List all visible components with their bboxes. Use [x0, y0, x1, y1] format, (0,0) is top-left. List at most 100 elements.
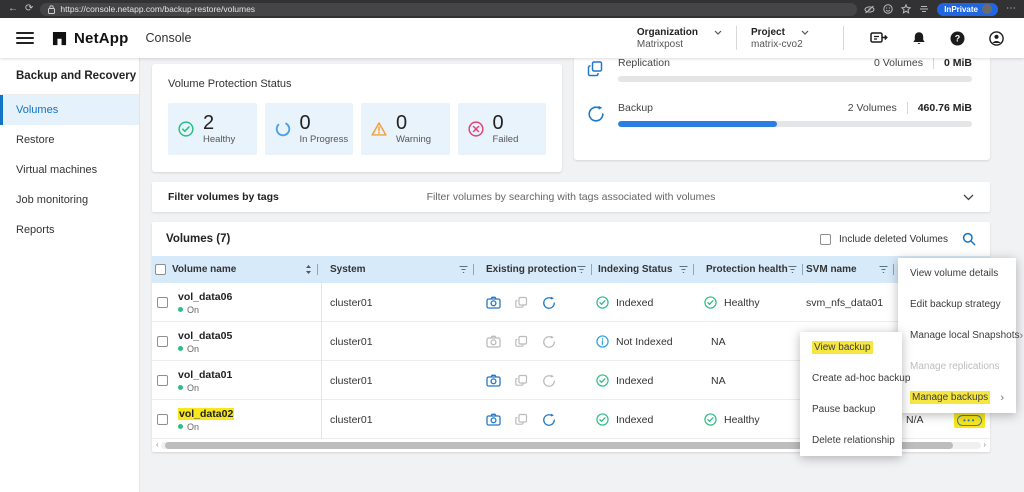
project-selector[interactable]: Project matrix-cvo2: [751, 27, 829, 50]
sort-icon[interactable]: [305, 264, 312, 275]
menu-item-manage-local-snapshots[interactable]: Manage local Snapshots›: [898, 320, 1016, 351]
failed-count: 0: [493, 113, 519, 133]
browser-back-icon[interactable]: ←: [8, 0, 18, 18]
menu-item-create-adhoc-backup[interactable]: Create ad-hoc backup: [800, 363, 902, 394]
filter-icon[interactable]: [459, 265, 468, 274]
inprivate-badge[interactable]: InPrivate: [937, 3, 998, 16]
menu-item-delete-relationship[interactable]: Delete relationship: [800, 425, 902, 456]
lock-icon: [48, 5, 55, 14]
organization-value: Matrixpost: [637, 39, 722, 50]
filter-icon[interactable]: [879, 265, 888, 274]
replication-copy-icon: [515, 374, 528, 387]
menu-item-pause-backup[interactable]: Pause backup: [800, 394, 902, 425]
sidebar-item-restore[interactable]: Restore: [0, 125, 139, 155]
filter-icon[interactable]: [788, 265, 797, 274]
browser-menu-icon[interactable]: ⋯: [1006, 0, 1016, 18]
volume-name[interactable]: vol_data01: [178, 369, 321, 381]
include-deleted-checkbox[interactable]: [820, 234, 831, 245]
sidebar-item-job-monitoring[interactable]: Job monitoring: [0, 185, 139, 215]
browser-avatar: [982, 4, 992, 14]
row-checkbox[interactable]: [157, 297, 168, 308]
protection-health: NA: [711, 375, 726, 387]
scroll-left-arrow-icon[interactable]: ‹: [154, 441, 161, 449]
sidebar-section-title: Backup and Recovery: [0, 58, 139, 95]
healthy-check-icon: [178, 121, 194, 137]
backup-restore-icon: [574, 96, 618, 127]
header-divider: [843, 26, 844, 50]
help-icon[interactable]: ?: [950, 31, 965, 46]
scroll-right-arrow-icon[interactable]: ›: [981, 441, 988, 449]
col-volume-name[interactable]: Volume name: [172, 256, 322, 283]
protection-health: NA: [711, 336, 726, 348]
table-row[interactable]: vol_data06 On cluster01 Indexed Healthy …: [152, 283, 990, 322]
volume-state: On: [187, 422, 199, 432]
brand: NetApp Console: [52, 30, 191, 47]
menu-item-view-volume-details[interactable]: View volume details: [898, 258, 1016, 289]
filter-by-tags-bar[interactable]: Filter volumes by searching with tags as…: [152, 182, 990, 212]
in-progress-count: 0: [300, 113, 349, 133]
online-dot: [178, 307, 183, 312]
volume-name[interactable]: vol_data05: [178, 330, 321, 342]
header-divider: [736, 26, 737, 50]
filter-icon[interactable]: [679, 265, 688, 274]
filter-icon[interactable]: [577, 265, 586, 274]
sidebar-item-reports[interactable]: Reports: [0, 215, 139, 245]
online-dot: [178, 385, 183, 390]
menu-item-view-backup[interactable]: View backup: [800, 332, 902, 363]
col-existing-protection[interactable]: Existing protection: [478, 256, 590, 283]
organization-selector[interactable]: Organization Matrixpost: [637, 27, 722, 50]
in-progress-icon: [275, 121, 291, 137]
hamburger-menu-icon[interactable]: [16, 29, 34, 47]
app-name: Console: [146, 31, 192, 45]
sidebar-item-volumes[interactable]: Volumes: [0, 95, 139, 125]
menu-item-edit-backup-strategy[interactable]: Edit backup strategy: [898, 289, 1016, 320]
replication-progress-bar: [618, 76, 972, 82]
favorites-star-icon[interactable]: [901, 4, 911, 14]
filter-hint-text: Filter volumes by searching with tags as…: [152, 191, 990, 203]
notifications-bell-icon[interactable]: [912, 31, 926, 46]
volume-name[interactable]: vol_data06: [178, 291, 321, 303]
menu-item-manage-backups[interactable]: Manage backups›: [898, 382, 1016, 413]
feedback-smiley-icon[interactable]: [883, 4, 893, 14]
account-avatar-icon[interactable]: [989, 31, 1004, 46]
browser-chrome: ← ⟳ https://console.netapp.com/backup-re…: [0, 0, 1024, 18]
indexed-check-icon: [596, 374, 609, 387]
backup-label: Backup: [618, 102, 653, 114]
replication-volumes: 0 Volumes: [874, 58, 923, 69]
row-checkbox[interactable]: [157, 414, 168, 425]
browser-refresh-icon[interactable]: ⟳: [25, 0, 33, 18]
row-actions-ellipsis-button[interactable]: •••: [957, 415, 982, 426]
project-label: Project: [751, 27, 785, 38]
row-context-menu: View volume details Edit backup strategy…: [898, 258, 1016, 413]
in-progress-label: In Progress: [300, 134, 349, 145]
row-checkbox[interactable]: [157, 375, 168, 386]
connector-icon[interactable]: [870, 31, 888, 45]
indexed-check-icon: [596, 413, 609, 426]
select-all-checkbox[interactable]: [155, 264, 166, 275]
protection-health: Healthy: [724, 414, 760, 426]
filter-expand-chevron-icon[interactable]: [963, 194, 974, 201]
stat-in-progress: 0 In Progress: [265, 103, 354, 155]
row-checkbox[interactable]: [157, 336, 168, 347]
usage-panel: Replication 0 Volumes 0 MiB Backup 2 Vol…: [574, 58, 990, 160]
col-system[interactable]: System: [322, 256, 478, 283]
collections-icon[interactable]: [919, 4, 929, 14]
search-icon[interactable]: [962, 232, 976, 246]
col-protection-health[interactable]: Protection health: [698, 256, 798, 283]
url-bar[interactable]: https://console.netapp.com/backup-restor…: [40, 3, 857, 16]
system-cell: cluster01: [322, 297, 478, 309]
system-cell: cluster01: [322, 414, 478, 426]
failed-label: Failed: [493, 134, 519, 145]
col-indexing-status[interactable]: Indexing Status: [590, 256, 698, 283]
volume-name-highlighted[interactable]: vol_data02: [178, 408, 234, 420]
sidebar-item-virtual-machines[interactable]: Virtual machines: [0, 155, 139, 185]
info-icon: [596, 335, 609, 348]
backup-progress-bar: [618, 121, 972, 127]
col-svm-name[interactable]: SVM name: [798, 256, 898, 283]
eye-off-icon[interactable]: [864, 5, 875, 14]
backup-volumes: 2 Volumes: [848, 102, 897, 114]
volume-state: On: [187, 344, 199, 354]
chevron-down-icon: [714, 30, 722, 35]
backup-size: 460.76 MiB: [918, 102, 972, 114]
backup-restore-icon: [542, 413, 556, 427]
